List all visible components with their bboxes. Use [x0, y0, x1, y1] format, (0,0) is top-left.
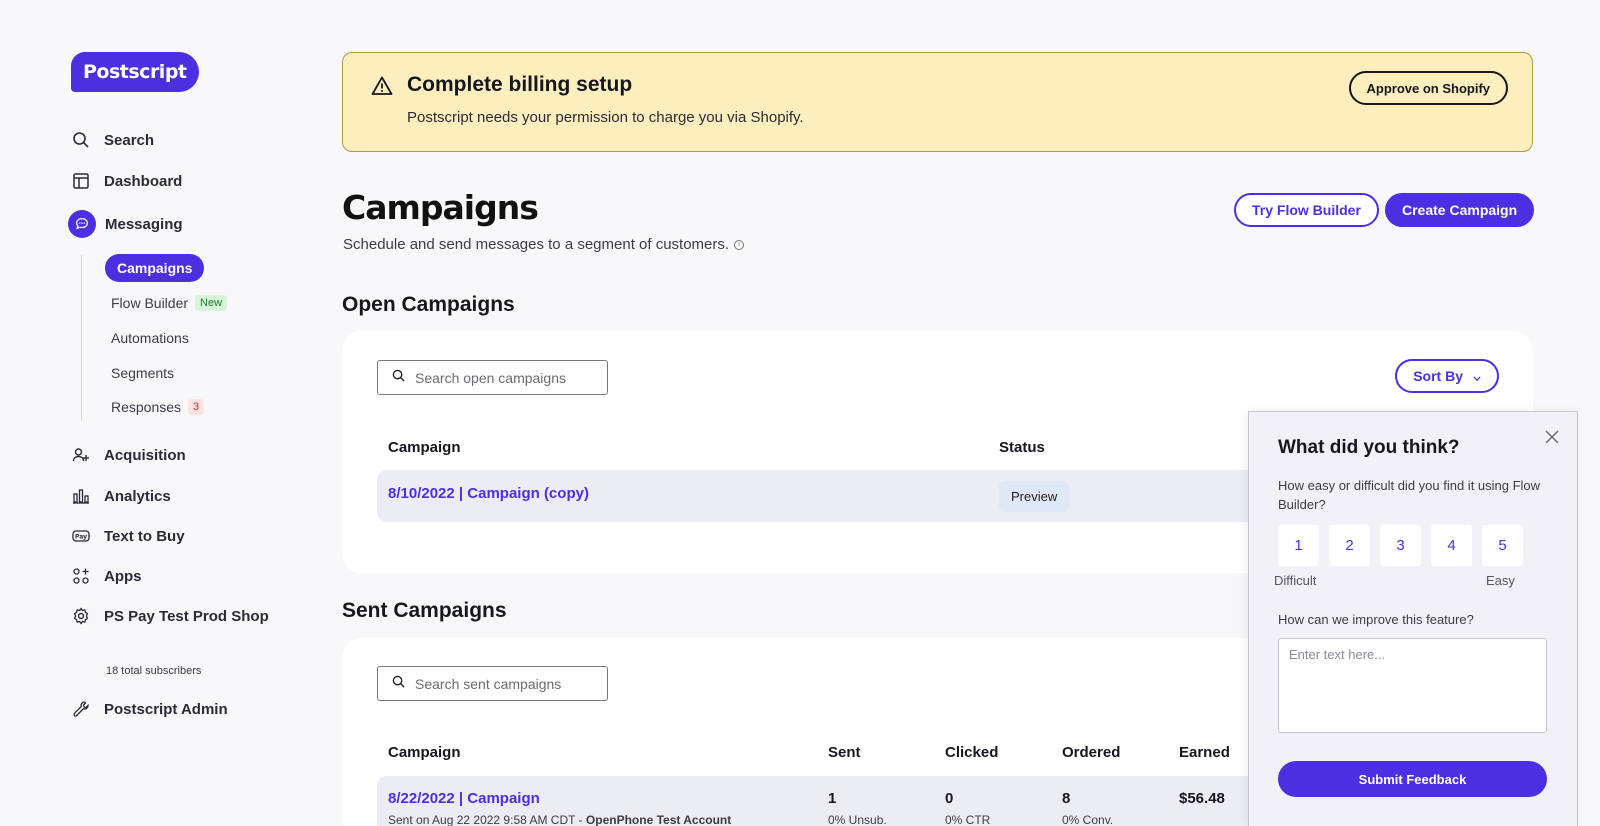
submit-feedback-button[interactable]: Submit Feedback — [1278, 761, 1547, 797]
rating-high-label: Easy — [1486, 573, 1515, 588]
warning-icon — [371, 75, 393, 97]
approve-on-shopify-button[interactable]: Approve on Shopify — [1348, 71, 1508, 105]
sort-by-label: Sort By — [1413, 368, 1463, 384]
unsub-rate: 0% Unsub. — [828, 813, 887, 826]
apps-grid-icon — [72, 567, 90, 585]
bar-chart-icon — [72, 487, 90, 505]
dashboard-icon — [72, 172, 90, 190]
sidebar-item-analytics[interactable]: Analytics — [72, 484, 171, 508]
column-header-clicked[interactable]: Clicked — [945, 744, 998, 761]
subnav-campaigns[interactable]: Campaigns — [105, 254, 205, 282]
rating-button-4[interactable]: 4 — [1431, 525, 1472, 566]
column-header-earned[interactable]: Earned — [1179, 744, 1230, 761]
column-header-status[interactable]: Status — [999, 439, 1045, 456]
sidebar-item-postscript-admin[interactable]: Postscript Admin — [72, 697, 228, 721]
postscript-logo[interactable]: Postscript — [71, 52, 199, 92]
sidebar-item-messaging[interactable]: Messaging — [105, 212, 183, 236]
feedback-question-ease: How easy or difficult did you find it us… — [1278, 478, 1541, 512]
subnav-label: Segments — [111, 365, 175, 381]
status-badge: Preview — [999, 481, 1070, 512]
subnav-label: Responses — [111, 399, 182, 415]
search-icon — [392, 675, 405, 693]
rating-button-2[interactable]: 2 — [1329, 525, 1370, 566]
sidebar-item-label: Dashboard — [104, 172, 183, 190]
search-input[interactable] — [415, 675, 595, 692]
feedback-question-improve: How can we improve this feature? — [1278, 612, 1474, 627]
rating-low-label: Difficult — [1274, 573, 1317, 588]
clicked-value: 0 — [945, 790, 954, 807]
sidebar-item-label: Postscript Admin — [104, 700, 228, 718]
feedback-textarea[interactable] — [1278, 638, 1547, 733]
page-title: Campaigns — [342, 188, 539, 227]
svg-text:Pay: Pay — [75, 534, 87, 541]
sidebar-item-label: Acquisition — [104, 446, 186, 464]
new-badge: New — [195, 295, 228, 311]
campaign-link[interactable]: 8/10/2022 | Campaign (copy) — [388, 485, 589, 502]
sidebar-item-label: Messaging — [105, 215, 183, 233]
create-campaign-button[interactable]: Create Campaign — [1385, 193, 1535, 227]
sidebar-item-apps[interactable]: Apps — [72, 564, 142, 588]
sidebar-item-acquisition[interactable]: Acquisition — [72, 443, 186, 467]
earned-value: $56.48 — [1179, 790, 1225, 807]
chevron-down-icon — [1473, 368, 1481, 384]
sent-date: Sent on Aug 22 2022 9:58 AM CDT - — [388, 813, 586, 826]
page-subtitle: Schedule and send messages to a segment … — [343, 236, 745, 253]
banner-text: Postscript needs your permission to char… — [407, 109, 804, 126]
open-campaigns-search[interactable] — [377, 360, 608, 395]
subnav-segments[interactable]: Segments — [111, 363, 174, 383]
campaign-meta: Sent on Aug 22 2022 9:58 AM CDT - OpenPh… — [388, 813, 731, 826]
open-campaigns-title: Open Campaigns — [342, 293, 515, 316]
search-icon — [72, 131, 90, 149]
rating-button-3[interactable]: 3 — [1380, 525, 1421, 566]
column-header-ordered[interactable]: Ordered — [1062, 744, 1120, 761]
campaign-link[interactable]: 8/22/2022 | Campaign — [388, 790, 540, 807]
sidebar-item-dashboard[interactable]: Dashboard — [72, 169, 182, 193]
subscriber-count: 18 total subscribers — [106, 665, 202, 677]
conv-rate: 0% Conv. — [1062, 813, 1114, 826]
ordered-value: 8 — [1062, 790, 1071, 807]
gear-icon — [72, 607, 90, 625]
sidebar-item-label: Text to Buy — [104, 527, 185, 545]
close-icon[interactable] — [1543, 428, 1561, 446]
subnav-automations[interactable]: Automations — [111, 328, 189, 348]
subnav-label: Flow Builder — [111, 295, 189, 311]
column-header-sent[interactable]: Sent — [828, 744, 861, 761]
sent-campaigns-title: Sent Campaigns — [342, 599, 507, 622]
subnav-flow-builder[interactable]: Flow Builder New — [111, 293, 228, 313]
column-header-campaign[interactable]: Campaign — [388, 439, 461, 456]
try-flow-builder-button[interactable]: Try Flow Builder — [1234, 193, 1379, 227]
pay-icon: Pay — [72, 527, 90, 545]
rating-button-5[interactable]: 5 — [1482, 525, 1523, 566]
sidebar: Postscript Search Dashboard Messaging Ca… — [0, 0, 320, 826]
ctr-rate: 0% CTR — [945, 813, 991, 826]
sidebar-item-label: Search — [104, 131, 155, 149]
sidebar-item-label: PS Pay Test Prod Shop — [104, 607, 269, 625]
count-badge: 3 — [188, 399, 205, 415]
search-icon — [392, 369, 405, 387]
feedback-title: What did you think? — [1278, 437, 1460, 458]
sidebar-item-search[interactable]: Search — [72, 128, 154, 152]
search-input[interactable] — [415, 369, 595, 386]
subnav-responses[interactable]: Responses 3 — [111, 397, 205, 417]
sent-campaigns-search[interactable] — [377, 666, 608, 701]
info-icon[interactable]: i — [734, 239, 745, 250]
subnav-label: Automations — [111, 330, 189, 346]
sort-by-button[interactable]: Sort By — [1395, 359, 1499, 393]
rating-button-1[interactable]: 1 — [1278, 525, 1319, 566]
feedback-panel: What did you think? How easy or difficul… — [1248, 411, 1578, 826]
sidebar-item-shop-settings[interactable]: PS Pay Test Prod Shop — [72, 604, 269, 628]
account-name: OpenPhone Test Account — [585, 813, 732, 826]
billing-banner: Complete billing setup Postscript needs … — [342, 52, 1533, 152]
people-add-icon — [72, 446, 90, 464]
wrench-icon — [72, 700, 90, 718]
page-subtitle-text: Schedule and send messages to a segment … — [343, 236, 730, 253]
banner-title: Complete billing setup — [407, 73, 633, 96]
submenu-divider — [81, 255, 82, 421]
chat-bubble-icon — [68, 210, 96, 238]
sidebar-item-label: Analytics — [104, 487, 171, 505]
sent-value: 1 — [828, 790, 837, 807]
column-header-campaign[interactable]: Campaign — [388, 744, 461, 761]
sidebar-item-text-to-buy[interactable]: Pay Text to Buy — [72, 524, 185, 548]
sidebar-item-label: Apps — [104, 567, 142, 585]
